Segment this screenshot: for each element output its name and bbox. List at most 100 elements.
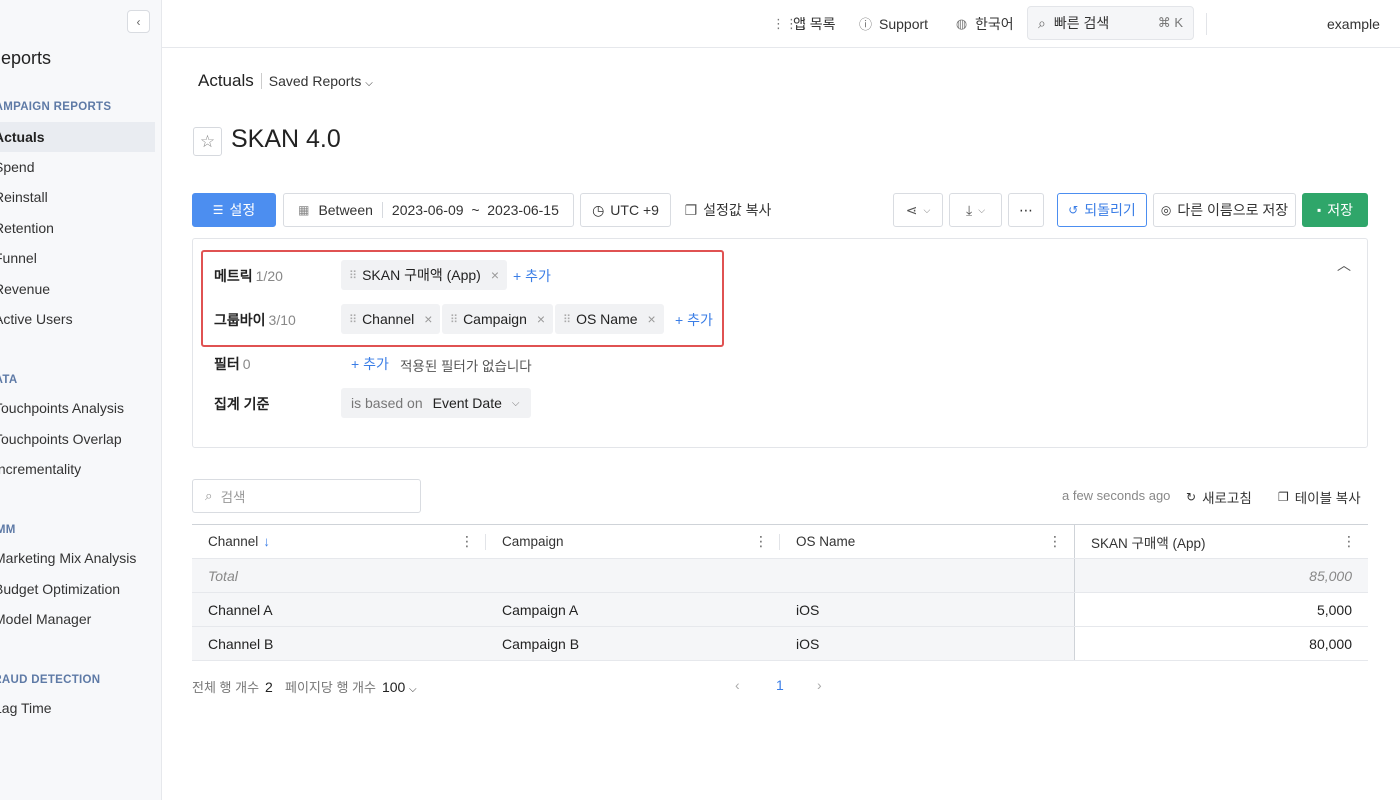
rows-per-page-selector[interactable]: 페이지당 행 개수 100 ⌵ (285, 677, 417, 696)
aggregation-select[interactable]: is based on Event Date ⌵ (341, 388, 532, 418)
timezone-button[interactable]: ◷ UTC +9 (580, 193, 671, 227)
column-menu-icon[interactable]: ⋮ (754, 533, 768, 550)
rows-per-page-value: 100 (381, 679, 406, 695)
column-menu-icon[interactable]: ⋮ (460, 533, 474, 550)
refresh-label: 새로고침 (1202, 491, 1252, 506)
saved-reports-dropdown[interactable]: Saved Reports ⌵ (269, 73, 373, 89)
quick-search-button[interactable]: ⌕ 빠른 검색 ⌘ K (1027, 6, 1194, 40)
total-value: 85,000 (1074, 559, 1368, 592)
date-range-picker[interactable]: ▦ Between 2023-06-09 ~ 2023-06-15 (283, 193, 574, 227)
table-cell-os: iOS (780, 593, 1074, 626)
sidebar-section-fraud-detection: FRAUD DETECTION (0, 674, 101, 686)
chevron-down-icon: ⌵ (923, 204, 931, 215)
close-icon[interactable]: × (424, 311, 432, 327)
sliders-icon: ☰ (212, 203, 224, 217)
groupby-chip-channel[interactable]: ⠿ Channel × (341, 304, 441, 334)
sidebar-item-spend[interactable]: Spend (0, 152, 155, 182)
table-cell-os: iOS (780, 627, 1074, 660)
sidebar-item-lag-time[interactable]: Lag Time (0, 693, 155, 723)
filter-row-label: 필터 0 (214, 354, 251, 374)
chevron-down-icon: ⌵ (978, 204, 986, 215)
app-list-label: 앱 목록 (793, 16, 836, 32)
next-page-button[interactable]: › (817, 677, 822, 693)
add-metric-link[interactable]: + 추가 (513, 266, 551, 286)
settings-button[interactable]: ☰ 설정 (192, 193, 276, 227)
drag-handle-icon[interactable]: ⠿ (450, 313, 458, 326)
column-header-os-name[interactable]: OS Name ⋮ (780, 525, 1074, 558)
chevron-down-icon: ⌵ (408, 684, 417, 695)
copy-settings-button[interactable]: ❐ 설정값 복사 (680, 193, 776, 227)
groupby-chip-os-name[interactable]: ⠿ OS Name × (555, 304, 664, 334)
copy-table-label: 테이블 복사 (1294, 491, 1361, 506)
table-search-input[interactable]: ⌕ 검색 (192, 479, 421, 513)
favorite-star-button[interactable]: ☆ (193, 127, 222, 156)
drag-handle-icon[interactable]: ⠿ (349, 269, 357, 282)
close-icon[interactable]: × (648, 311, 656, 327)
table-cell-value: 80,000 (1074, 627, 1368, 660)
add-filter-link[interactable]: + 추가 (351, 354, 389, 374)
sidebar-section-data: DATA (0, 374, 18, 386)
sidebar-item-marketing-mix-analysis[interactable]: Marketing Mix Analysis (0, 543, 155, 573)
refresh-button[interactable]: ↻ 새로고침 (1186, 487, 1252, 507)
filter-count: 0 (242, 356, 251, 372)
prev-page-button[interactable]: ‹ (735, 677, 740, 693)
header-divider (1206, 13, 1207, 35)
clock-icon: ◷ (592, 201, 605, 218)
copy-table-button[interactable]: ❐ 테이블 복사 (1278, 487, 1361, 507)
page-number-current[interactable]: 1 (776, 677, 784, 693)
save-button[interactable]: ▪ 저장 (1302, 193, 1368, 227)
sidebar-item-model-manager[interactable]: Model Manager (0, 604, 155, 634)
share-icon: ⋖ (905, 201, 918, 218)
sidebar-item-incrementality[interactable]: Incrementality (0, 454, 155, 484)
breadcrumb-actuals[interactable]: Actuals (198, 71, 254, 91)
breadcrumb: Actuals Saved Reports ⌵ (198, 71, 373, 91)
sidebar-item-retention[interactable]: Retention (0, 213, 155, 243)
column-menu-icon[interactable]: ⋮ (1048, 533, 1062, 550)
metric-chip[interactable]: ⠿ SKAN 구매액 (App) × (341, 260, 508, 290)
chevron-left-icon: ‹ (136, 14, 141, 29)
support-link[interactable]: ⓘ Support (858, 14, 928, 33)
support-label: Support (879, 15, 929, 32)
column-header-channel[interactable]: Channel ↓ ⋮ (192, 525, 486, 558)
drag-handle-icon[interactable]: ⠿ (349, 313, 357, 326)
chevron-down-icon: ⌵ (365, 78, 373, 89)
groupby-label: 그룹바이 (214, 312, 266, 328)
collapse-sidebar-button[interactable]: ‹ (127, 10, 150, 33)
top-header: ⋮⋮⋮ 앱 목록 ⓘ Support ◍ 한국어 ⌕ 빠른 검색 ⌘ K exa… (162, 0, 1400, 48)
data-table: Channel ↓ ⋮ Campaign ⋮ OS Name ⋮ SKAN 구매액… (192, 524, 1368, 661)
sidebar-item-actuals[interactable]: Actuals (0, 122, 155, 152)
sidebar-item-active-users[interactable]: Active Users (0, 304, 155, 334)
column-header-skan-revenue[interactable]: SKAN 구매액 (App) ⋮ (1074, 525, 1368, 558)
sidebar-item-touchpoints-analysis[interactable]: Touchpoints Analysis (0, 393, 155, 423)
groupby-chip-campaign[interactable]: ⠿ Campaign × (442, 304, 554, 334)
revert-button[interactable]: ↺ 되돌리기 (1057, 193, 1147, 227)
close-icon[interactable]: × (491, 267, 499, 283)
app-list-link[interactable]: ⋮⋮⋮ 앱 목록 (772, 14, 836, 34)
globe-icon: ◍ (955, 16, 968, 31)
sidebar-item-budget-optimization[interactable]: Budget Optimization (0, 574, 155, 604)
share-dropdown-button[interactable]: ⋖ ⌵ (893, 193, 943, 227)
date-divider (381, 202, 383, 218)
sort-desc-icon: ↓ (263, 534, 271, 549)
save-as-button[interactable]: ◎ 다른 이름으로 저장 (1153, 193, 1296, 227)
user-menu[interactable]: example (1327, 16, 1380, 32)
more-options-button[interactable]: ⋯ (1008, 193, 1044, 227)
column-header-campaign[interactable]: Campaign ⋮ (486, 525, 780, 558)
rows-per-page-label: 페이지당 행 개수 (285, 680, 376, 695)
search-icon: ⌕ (205, 488, 213, 503)
chevron-up-icon[interactable]: ︿ (1337, 255, 1351, 275)
sidebar-item-reinstall[interactable]: Reinstall (0, 182, 155, 212)
sidebar-item-touchpoints-overlap[interactable]: Touchpoints Overlap (0, 424, 155, 454)
sidebar-item-revenue[interactable]: Revenue (0, 274, 155, 304)
close-icon[interactable]: × (537, 311, 545, 327)
language-selector[interactable]: ◍ 한국어 (954, 14, 1014, 34)
add-groupby-link[interactable]: + 추가 (675, 310, 713, 330)
download-dropdown-button[interactable]: ⤓ ⌵ (949, 193, 1002, 227)
drag-handle-icon[interactable]: ⠿ (563, 313, 571, 326)
help-circle-icon: ⓘ (858, 17, 872, 32)
column-menu-icon[interactable]: ⋮ (1342, 533, 1356, 550)
breadcrumb-divider (260, 73, 262, 89)
metric-count: 1/20 (255, 268, 283, 284)
sidebar-item-funnel[interactable]: Funnel (0, 243, 155, 273)
copy-icon: ❐ (684, 201, 698, 218)
